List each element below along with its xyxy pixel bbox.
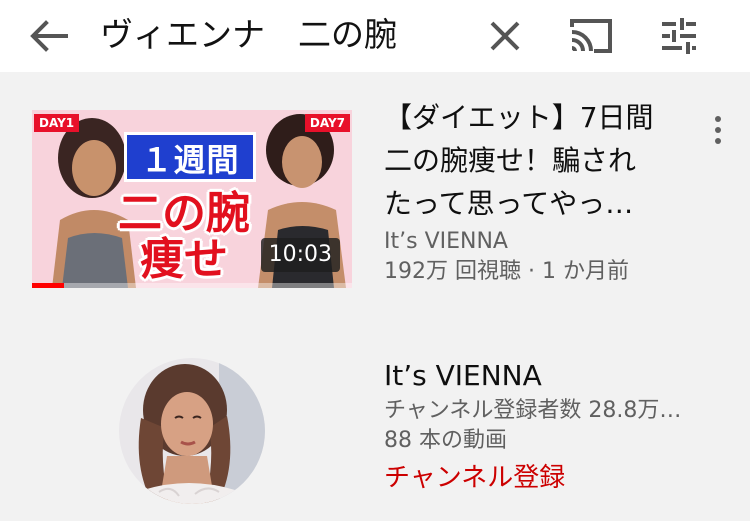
video-channel-name: It’s VIENNA xyxy=(384,229,508,254)
watch-progress-track xyxy=(32,283,352,288)
thumbnail-week-label: １週間 xyxy=(124,132,256,182)
avatar-image xyxy=(119,358,265,504)
channel-avatar[interactable] xyxy=(119,358,265,504)
video-title[interactable]: 【ダイエット】7日間 二の腕痩せ！騙され たって思ってやっ… xyxy=(384,96,704,225)
video-thumbnail[interactable]: DAY1 DAY7 １週間 二の腕 痩せ 10:03 xyxy=(32,110,352,288)
search-query[interactable]: ヴィエンナ 二の腕 xyxy=(100,10,397,60)
channel-info: It’s VIENNA チャンネル登録者数 28.8万… 88 本の動画 チャン… xyxy=(384,356,724,500)
video-view-meta: 192万 回視聴 · 1 か月前 xyxy=(384,259,629,284)
video-title-line: 【ダイエット】7日間 xyxy=(384,101,654,134)
thumbnail-caption-line1: 二の腕 xyxy=(118,188,250,239)
search-header: ヴィエンナ 二の腕 xyxy=(0,0,750,72)
day7-badge: DAY7 xyxy=(304,114,350,132)
thumbnail-caption-line2: 痩せ xyxy=(140,234,228,285)
video-info: 【ダイエット】7日間 二の腕痩せ！騙され たって思ってやっ… It’s VIEN… xyxy=(384,96,704,287)
arrow-left-icon[interactable] xyxy=(26,16,70,56)
more-vert-icon[interactable] xyxy=(704,112,732,148)
channel-subscriber-count: チャンネル登録者数 28.8万… xyxy=(384,398,682,423)
cast-icon[interactable] xyxy=(566,14,616,56)
channel-name[interactable]: It’s VIENNA xyxy=(384,356,724,396)
close-icon[interactable] xyxy=(484,15,526,57)
duration-badge: 10:03 xyxy=(260,238,340,272)
video-title-line: たって思ってやっ… xyxy=(384,187,634,220)
tune-icon[interactable] xyxy=(656,14,702,58)
video-result[interactable]: DAY1 DAY7 １週間 二の腕 痩せ 10:03 【ダイエット】7日間 二の… xyxy=(0,96,750,306)
day1-badge: DAY1 xyxy=(34,114,80,132)
video-title-line: 二の腕痩せ！騙され xyxy=(384,144,637,177)
channel-video-count: 88 本の動画 xyxy=(384,428,507,453)
subscribe-button[interactable]: チャンネル登録 xyxy=(384,456,724,500)
channel-result[interactable]: It’s VIENNA チャンネル登録者数 28.8万… 88 本の動画 チャン… xyxy=(0,336,750,521)
watch-progress-fill xyxy=(32,283,64,288)
